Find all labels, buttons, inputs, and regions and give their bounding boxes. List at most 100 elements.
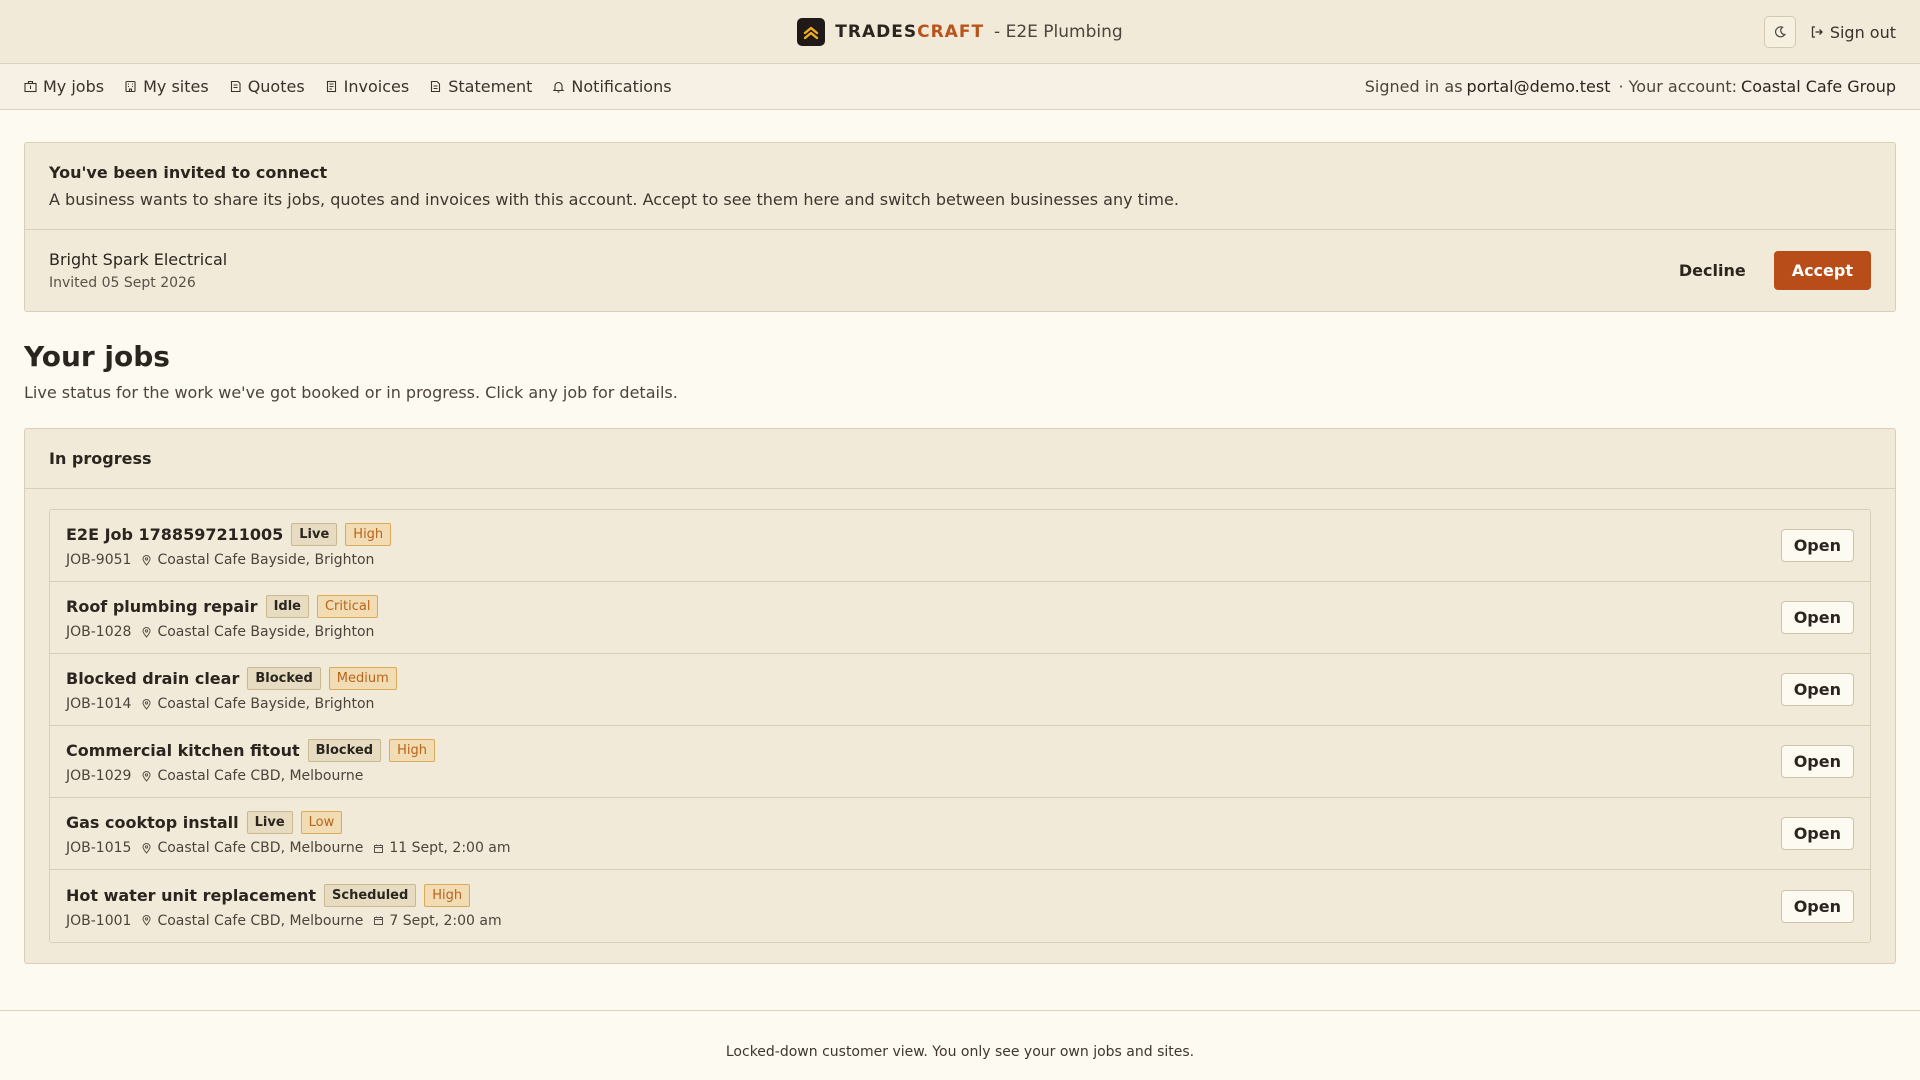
job-row-job-1015[interactable]: Gas cooktop install Live Low JOB-1015 Co… bbox=[50, 798, 1870, 870]
nav-item-quotes[interactable]: Quotes bbox=[229, 77, 305, 96]
job-site-label: Coastal Cafe Bayside, Brighton bbox=[157, 552, 375, 568]
job-title: Commercial kitchen fitout bbox=[66, 741, 300, 760]
nav-item-invoices[interactable]: Invoices bbox=[325, 77, 410, 96]
nav-label: Quotes bbox=[247, 77, 305, 96]
brand[interactable]: TRADESCRAFT - E2E Plumbing bbox=[797, 17, 1123, 46]
nav-item-statement[interactable]: Statement bbox=[429, 77, 532, 96]
map-pin-icon bbox=[142, 842, 151, 854]
job-code: JOB-1014 bbox=[66, 696, 132, 712]
jobs-list: E2E Job 1788597211005 Live High JOB-9051… bbox=[49, 509, 1871, 943]
job-title: Roof plumbing repair bbox=[66, 597, 258, 616]
calendar-icon bbox=[374, 844, 384, 853]
status-badge: Blocked bbox=[307, 739, 382, 762]
briefcase-icon bbox=[24, 80, 37, 93]
open-job-button[interactable]: Open bbox=[1780, 673, 1854, 706]
map-pin-icon bbox=[142, 915, 151, 926]
document-icon bbox=[431, 80, 441, 93]
job-code: JOB-1028 bbox=[66, 624, 132, 640]
map-pin-icon bbox=[142, 554, 151, 566]
job-site-label: Coastal Cafe CBD, Melbourne bbox=[157, 768, 364, 784]
nav-label: Statement bbox=[448, 77, 533, 96]
job-title: Gas cooktop install bbox=[66, 813, 239, 832]
open-job-button[interactable]: Open bbox=[1780, 529, 1854, 562]
job-row-job-1029[interactable]: Commercial kitchen fitout Blocked High J… bbox=[50, 726, 1870, 798]
open-job-button[interactable]: Open bbox=[1780, 889, 1854, 923]
open-job-button[interactable]: Open bbox=[1780, 745, 1854, 778]
status-badge: Live bbox=[246, 811, 293, 834]
bell-icon bbox=[553, 81, 565, 93]
status-badge: Scheduled bbox=[324, 883, 417, 907]
receipt-icon bbox=[326, 80, 336, 93]
account-name: Coastal Cafe Group bbox=[1741, 77, 1896, 96]
job-title: Blocked drain clear bbox=[66, 669, 240, 688]
invite-description: A business wants to share its jobs, quot… bbox=[49, 190, 1179, 209]
invite-business-name: Bright Spark Electrical bbox=[49, 250, 228, 269]
nav-label: Notifications bbox=[571, 77, 672, 96]
job-code: JOB-9051 bbox=[66, 552, 132, 568]
job-code: JOB-1001 bbox=[66, 912, 132, 929]
account-info: Signed in as portal@demo.test · Your acc… bbox=[1365, 77, 1896, 96]
footer: Locked-down customer view. You only see … bbox=[0, 1010, 1920, 1080]
job-time: 11 Sept, 2:00 am bbox=[373, 840, 511, 856]
priority-badge: High bbox=[424, 883, 471, 907]
priority-badge: Medium bbox=[328, 667, 397, 690]
decline-button[interactable]: Decline bbox=[1665, 251, 1760, 290]
signed-in-prefix: Signed in as bbox=[1364, 77, 1463, 96]
job-title: E2E Job 1788597211005 bbox=[66, 525, 284, 544]
open-job-button[interactable]: Open bbox=[1780, 817, 1854, 850]
brand-name: TRADESCRAFT bbox=[835, 22, 984, 42]
moon-icon bbox=[1774, 26, 1786, 38]
open-job-button[interactable]: Open bbox=[1780, 601, 1854, 634]
status-badge: Idle bbox=[265, 595, 309, 618]
job-site-label: Coastal Cafe CBD, Melbourne bbox=[157, 840, 364, 856]
map-pin-icon bbox=[142, 698, 151, 710]
job-site: Coastal Cafe Bayside, Brighton bbox=[141, 696, 374, 712]
brand-logo-icon bbox=[797, 17, 826, 46]
map-pin-icon bbox=[142, 770, 151, 782]
priority-badge: High bbox=[389, 739, 435, 762]
invite-title: You've been invited to connect bbox=[49, 163, 328, 182]
quote-icon bbox=[230, 80, 241, 93]
invite-card: You've been invited to connect A busines… bbox=[24, 142, 1896, 312]
status-badge: Live bbox=[291, 523, 338, 546]
job-site: Coastal Cafe Bayside, Brighton bbox=[141, 624, 374, 640]
job-time: 7 Sept, 2:00 am bbox=[373, 913, 502, 929]
job-site: Coastal Cafe CBD, Melbourne bbox=[141, 913, 363, 929]
calendar-icon bbox=[374, 916, 384, 925]
jobs-group-title: In progress bbox=[25, 429, 1895, 489]
nav-bar: My jobs My sites Quotes Invoices Stateme… bbox=[0, 64, 1920, 110]
account-prefix: · Your account: bbox=[1618, 77, 1738, 96]
job-code: JOB-1029 bbox=[66, 768, 132, 784]
sign-out-button[interactable]: Sign out bbox=[1810, 23, 1896, 42]
map-pin-icon bbox=[142, 626, 151, 638]
job-row-job-9051[interactable]: E2E Job 1788597211005 Live High JOB-9051… bbox=[50, 510, 1870, 582]
job-site: Coastal Cafe CBD, Melbourne bbox=[141, 840, 363, 856]
priority-badge: Low bbox=[300, 811, 343, 834]
footer-text: Locked-down customer view. You only see … bbox=[725, 1043, 1195, 1060]
accept-button[interactable]: Accept bbox=[1773, 251, 1871, 290]
nav-item-notifications[interactable]: Notifications bbox=[552, 77, 672, 96]
nav-item-my-jobs[interactable]: My jobs bbox=[24, 77, 104, 96]
job-site: Coastal Cafe CBD, Melbourne bbox=[141, 768, 363, 784]
brand-name-part2: CRAFT bbox=[917, 21, 985, 42]
business-name: - E2E Plumbing bbox=[994, 21, 1123, 42]
brand-name-part1: TRADES bbox=[835, 21, 918, 42]
job-time-label: 11 Sept, 2:00 am bbox=[389, 840, 511, 856]
job-code: JOB-1015 bbox=[66, 840, 132, 856]
job-row-job-1001[interactable]: Hot water unit replacement Scheduled Hig… bbox=[50, 870, 1870, 942]
theme-toggle-button[interactable] bbox=[1763, 16, 1796, 48]
page-title: Your jobs bbox=[24, 340, 170, 373]
nav-item-my-sites[interactable]: My sites bbox=[124, 77, 209, 96]
invite-row: Bright Spark Electrical Invited 05 Sept … bbox=[25, 230, 1895, 311]
page-subtitle: Live status for the work we've got booke… bbox=[24, 383, 678, 402]
building-icon bbox=[125, 80, 136, 93]
nav-label: Invoices bbox=[343, 77, 410, 96]
job-row-job-1028[interactable]: Roof plumbing repair Idle Critical JOB-1… bbox=[50, 582, 1870, 654]
job-row-job-1014[interactable]: Blocked drain clear Blocked Medium JOB-1… bbox=[50, 654, 1870, 726]
invite-date: Invited 05 Sept 2026 bbox=[49, 275, 196, 291]
top-header: TRADESCRAFT - E2E Plumbing Sign out bbox=[0, 0, 1920, 64]
nav-label: My sites bbox=[143, 77, 209, 96]
priority-badge: High bbox=[345, 523, 392, 546]
nav-label: My jobs bbox=[43, 77, 105, 96]
sign-out-label: Sign out bbox=[1829, 22, 1896, 42]
